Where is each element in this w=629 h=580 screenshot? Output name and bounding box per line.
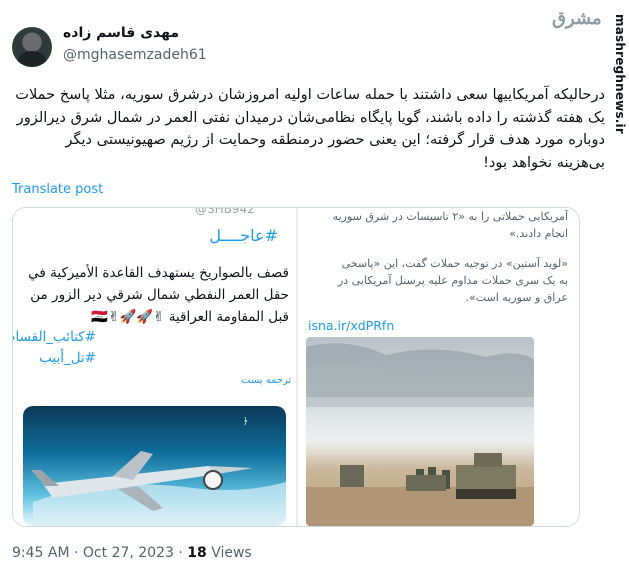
embedded-handle: @SHB942 xyxy=(195,208,255,216)
tweet-metadata: 9:45 AM · Oct 27, 2023 · 18 Views xyxy=(12,545,252,561)
hashtag-qassam: #كتائب_القسام xyxy=(13,329,96,345)
article-line: عراق و سوریه است». xyxy=(465,291,569,304)
separator-dot: · xyxy=(178,545,183,561)
views-count: 18 xyxy=(187,545,207,561)
svg-text:﴿: ﴿ xyxy=(243,417,248,427)
media-image-left[interactable]: @SHB942 #عاجــــل قصف بالصواريخ يستهدف ا… xyxy=(13,208,296,526)
missile-illustration: ﴿ xyxy=(23,406,286,526)
article-link: isna.ir/xdPRfn xyxy=(308,318,395,333)
post-date[interactable]: Oct 27, 2023 xyxy=(83,545,174,561)
hashtag-telaviv: #تل_أبيب xyxy=(39,350,96,366)
article-line: به یک سری حملات مداوم علیه پرسنل آمریکای… xyxy=(337,274,568,287)
views-label: Views xyxy=(211,545,252,561)
article-line: انجام دادند.» xyxy=(509,227,568,240)
author-name[interactable]: مهدی قاسم زاده xyxy=(63,25,179,41)
article-line: آمریکایی حملاتی را به «۲ تاسیسات در شرق … xyxy=(332,210,568,223)
military-vehicles-photo xyxy=(306,337,534,526)
breaking-hashtag: #عاجــــل xyxy=(209,226,278,245)
tweet-text: درحالیکه آمریکاییها سعی داشتند با حمله س… xyxy=(15,86,605,171)
separator-dot: · xyxy=(74,545,79,561)
embedded-tweet-body: قصف بالصواريخ يستهدف القاعدة الأميركية ف… xyxy=(28,265,289,325)
author-handle[interactable]: @mghasemzadeh61 xyxy=(63,47,207,63)
translate-post-link[interactable]: Translate post xyxy=(12,182,103,197)
vehicles-graphic xyxy=(306,343,534,526)
avatar[interactable] xyxy=(12,27,52,67)
embedded-translate-link: ترجمه پست xyxy=(241,375,292,386)
media-card[interactable]: @SHB942 #عاجــــل قصف بالصواريخ يستهدف ا… xyxy=(12,207,580,527)
media-image-right[interactable]: آمریکایی حملاتی را به «۲ تاسیسات در شرق … xyxy=(298,208,579,526)
brand-logo: مشرق xyxy=(552,8,602,29)
missile-graphic: ﴿ xyxy=(31,417,286,526)
article-line: «لوید آستین» در توجیه حملات گفت، این «پا… xyxy=(341,257,568,270)
post-time[interactable]: 9:45 AM xyxy=(12,545,70,561)
